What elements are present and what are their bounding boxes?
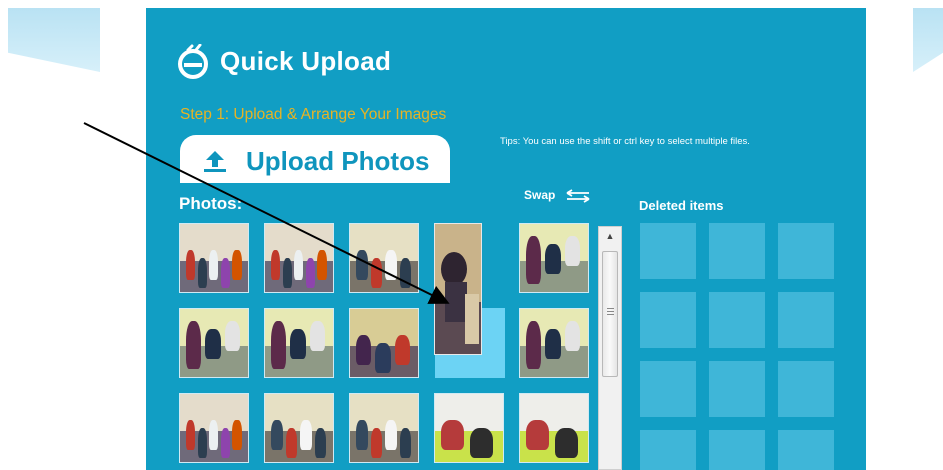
annotation-arrow — [83, 122, 450, 304]
